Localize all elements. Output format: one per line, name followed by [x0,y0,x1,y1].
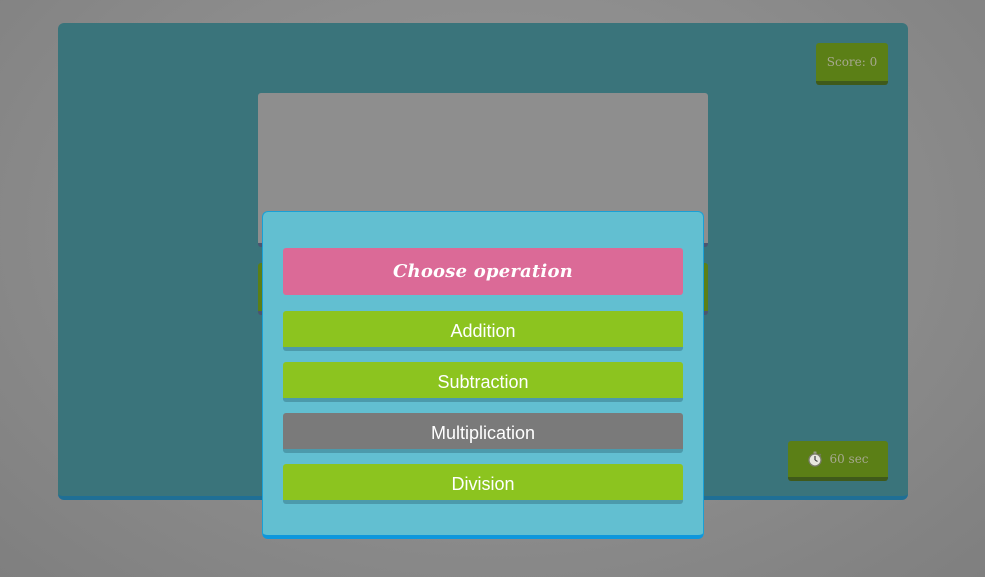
timer-text: 60 sec [829,452,869,466]
multiplication-button[interactable]: Multiplication [283,413,683,453]
timer-badge: 60 sec [788,441,888,481]
subtraction-button[interactable]: Subtraction [283,362,683,402]
score-badge: Score: 0 [816,43,888,85]
addition-button[interactable]: Addition [283,311,683,351]
stopwatch-icon [807,451,823,467]
modal-title: Choose operation [283,248,683,295]
division-button[interactable]: Division [283,464,683,504]
score-text: Score: 0 [826,55,878,69]
operation-modal: Choose operation Addition Subtraction Mu… [262,211,704,539]
